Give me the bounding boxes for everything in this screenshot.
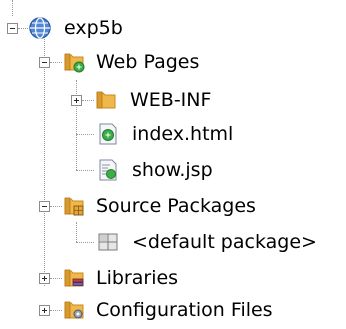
collapse-toggle[interactable] (7, 23, 18, 34)
tree-node-label: Libraries (96, 267, 179, 289)
libraries-icon (64, 269, 84, 287)
tree-guide-line (50, 310, 62, 311)
expand-toggle[interactable] (39, 273, 50, 284)
tree-node-label: Web Pages (96, 51, 200, 73)
expand-toggle[interactable] (71, 95, 82, 106)
tree-guide-line (76, 80, 77, 170)
source-packages-icon (64, 197, 84, 216)
collapse-toggle[interactable] (39, 201, 50, 212)
tree-guide-line (76, 170, 94, 171)
globe-project-icon (29, 17, 51, 39)
folder-icon (96, 91, 116, 109)
tree-guide-line (82, 100, 94, 101)
tree-guide-line (76, 242, 94, 243)
tree-guide-line (12, 0, 13, 16)
tree-node-label: Source Packages (96, 195, 256, 217)
config-files-icon (64, 301, 84, 319)
tree-guide-line (76, 134, 94, 135)
package-icon (98, 233, 118, 251)
html-file-icon (99, 123, 117, 145)
tree-guide-line (50, 62, 62, 63)
tree-guide-line (50, 278, 62, 279)
tree-guide-line (18, 28, 28, 29)
web-folder-icon (64, 53, 85, 73)
tree-guide-line (76, 222, 77, 242)
tree-node-label: Configuration Files (96, 299, 273, 321)
tree-node-label: WEB-INF (130, 89, 212, 111)
tree-node-label: show.jsp (132, 159, 213, 181)
tree-guide-line (50, 206, 62, 207)
collapse-toggle[interactable] (39, 57, 50, 68)
jsp-file-icon (99, 159, 117, 181)
tree-node-label: exp5b (64, 17, 123, 39)
tree-node-label: <default package> (132, 231, 317, 253)
tree-node-label: index.html (132, 123, 234, 145)
expand-toggle[interactable] (39, 305, 50, 316)
